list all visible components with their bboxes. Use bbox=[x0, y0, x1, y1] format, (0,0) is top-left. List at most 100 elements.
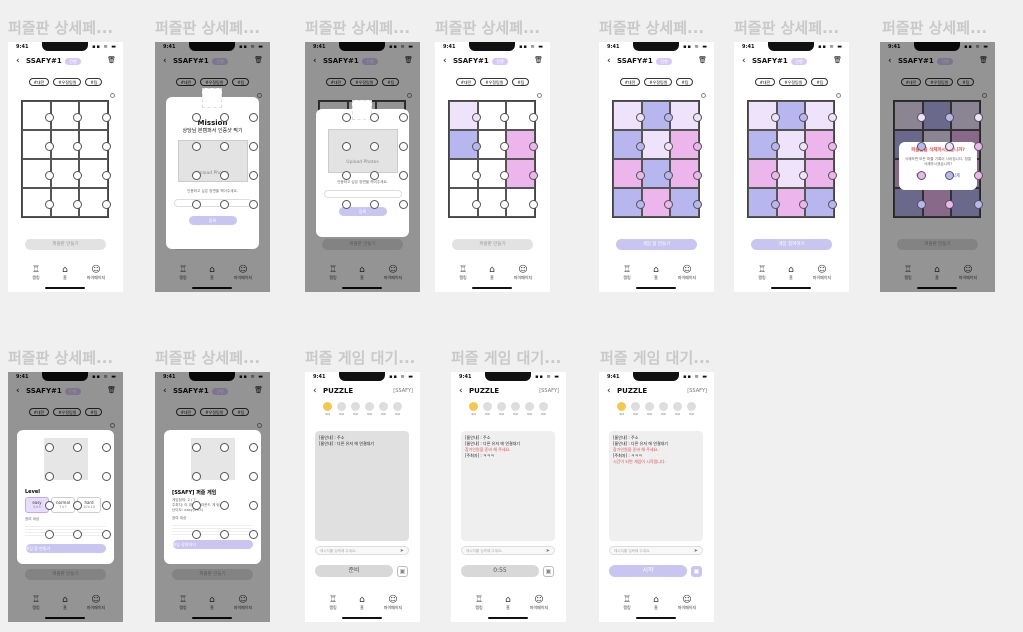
puzzle-piece[interactable] bbox=[50, 159, 82, 188]
nav-mypage[interactable]: ☺ 마이페이지 bbox=[86, 265, 106, 281]
puzzle-piece[interactable] bbox=[670, 130, 702, 159]
puzzle-piece[interactable] bbox=[477, 188, 509, 217]
puzzle-piece[interactable] bbox=[22, 130, 54, 159]
nav-home[interactable]: ⌂ 홈 bbox=[55, 265, 75, 281]
back-icon[interactable]: ‹ bbox=[459, 386, 463, 396]
puzzle-piece[interactable] bbox=[805, 101, 837, 130]
back-icon[interactable]: ‹ bbox=[443, 56, 447, 66]
bottom-action-button[interactable]: 퍼즐판 만들기 bbox=[452, 239, 533, 250]
trash-icon[interactable]: 🗑 bbox=[833, 56, 842, 64]
puzzle-piece[interactable] bbox=[506, 101, 538, 130]
puzzle-piece[interactable] bbox=[477, 159, 509, 188]
puzzle-piece[interactable] bbox=[805, 130, 837, 159]
nav-mypage[interactable]: ☺ 마이페이지 bbox=[677, 595, 697, 611]
trash-icon[interactable]: 🗑 bbox=[534, 56, 543, 64]
nav-home[interactable]: ⌂ 홈 bbox=[498, 595, 518, 611]
image-icon[interactable]: ▣ bbox=[397, 566, 408, 577]
send-icon[interactable]: ➤ bbox=[400, 547, 404, 555]
puzzle-piece[interactable] bbox=[670, 188, 702, 217]
puzzle-piece[interactable] bbox=[79, 188, 111, 217]
send-icon[interactable]: ➤ bbox=[694, 547, 698, 555]
puzzle-piece[interactable] bbox=[506, 159, 538, 188]
puzzle-piece[interactable] bbox=[613, 188, 645, 217]
puzzle-piece[interactable] bbox=[776, 188, 808, 217]
nav-mypage[interactable]: ☺ 마이페이지 bbox=[812, 265, 832, 281]
puzzle-piece[interactable] bbox=[613, 101, 645, 130]
puzzle-piece[interactable] bbox=[79, 130, 111, 159]
puzzle-piece[interactable] bbox=[449, 101, 481, 130]
back-icon[interactable]: ‹ bbox=[313, 386, 317, 396]
puzzle-piece[interactable] bbox=[776, 130, 808, 159]
ready-button[interactable]: 0:55 bbox=[461, 565, 539, 577]
info-icon[interactable] bbox=[110, 93, 115, 98]
puzzle-piece[interactable] bbox=[22, 188, 54, 217]
puzzle-piece[interactable] bbox=[50, 101, 82, 130]
puzzle-piece[interactable] bbox=[748, 188, 780, 217]
info-icon[interactable] bbox=[537, 93, 542, 98]
image-icon[interactable]: ▣ bbox=[691, 566, 702, 577]
puzzle-piece[interactable] bbox=[613, 159, 645, 188]
puzzle-board[interactable] bbox=[21, 100, 111, 218]
puzzle-piece[interactable] bbox=[613, 130, 645, 159]
puzzle-board[interactable] bbox=[612, 100, 702, 218]
nav-home[interactable]: ⌂ 홈 bbox=[781, 265, 801, 281]
puzzle-piece[interactable] bbox=[22, 159, 54, 188]
nav-ranking[interactable]: ♖ 랭킹 bbox=[469, 595, 489, 611]
nav-ranking[interactable]: ♖ 랭킹 bbox=[752, 265, 772, 281]
puzzle-piece[interactable] bbox=[805, 188, 837, 217]
puzzle-piece[interactable] bbox=[477, 130, 509, 159]
ready-button[interactable]: 준비 bbox=[315, 565, 393, 577]
back-icon[interactable]: ‹ bbox=[607, 56, 611, 66]
bottom-action-button[interactable]: 게임 참여하기 bbox=[751, 239, 832, 250]
nav-ranking[interactable]: ♖ 랭킹 bbox=[26, 265, 46, 281]
nav-ranking[interactable]: ♖ 랭킹 bbox=[453, 265, 473, 281]
ready-button[interactable]: 시작 bbox=[609, 565, 687, 577]
bottom-action-button[interactable]: 게임 참 만들기 bbox=[616, 239, 697, 250]
back-icon[interactable]: ‹ bbox=[16, 56, 20, 66]
chat-input[interactable]: 메시지를 입력해 주세요. ➤ bbox=[461, 546, 555, 555]
puzzle-piece[interactable] bbox=[477, 101, 509, 130]
send-icon[interactable]: ➤ bbox=[546, 547, 550, 555]
puzzle-piece[interactable] bbox=[670, 159, 702, 188]
nav-mypage[interactable]: ☺ 마이페이지 bbox=[529, 595, 549, 611]
puzzle-piece[interactable] bbox=[641, 188, 673, 217]
nav-ranking[interactable]: ♖ 랭킹 bbox=[617, 265, 637, 281]
puzzle-piece[interactable] bbox=[641, 130, 673, 159]
nav-ranking[interactable]: ♖ 랭킹 bbox=[617, 595, 637, 611]
puzzle-piece[interactable] bbox=[50, 188, 82, 217]
nav-mypage[interactable]: ☺ 마이페이지 bbox=[383, 595, 403, 611]
puzzle-piece[interactable] bbox=[79, 101, 111, 130]
chat-input[interactable]: 메시지를 입력해 주세요. ➤ bbox=[315, 546, 409, 555]
back-icon[interactable]: ‹ bbox=[742, 56, 746, 66]
puzzle-piece[interactable] bbox=[776, 159, 808, 188]
bottom-action-button[interactable]: 퍼즐판 만들기 bbox=[25, 239, 106, 250]
trash-icon[interactable]: 🗑 bbox=[107, 56, 116, 64]
nav-home[interactable]: ⌂ 홈 bbox=[646, 595, 666, 611]
nav-home[interactable]: ⌂ 홈 bbox=[646, 265, 666, 281]
nav-mypage[interactable]: ☺ 마이페이지 bbox=[513, 265, 533, 281]
nav-home[interactable]: ⌂ 홈 bbox=[482, 265, 502, 281]
chat-input[interactable]: 메시지를 입력해 주세요. ➤ bbox=[609, 546, 703, 555]
upload-photo-area[interactable]: Upload Photos bbox=[327, 129, 398, 173]
mission-input[interactable] bbox=[173, 199, 252, 207]
upload-photo-area[interactable]: Upload Photos bbox=[177, 140, 248, 182]
puzzle-piece[interactable] bbox=[449, 159, 481, 188]
puzzle-piece[interactable] bbox=[805, 159, 837, 188]
level-option[interactable]: normal 7×7 bbox=[51, 497, 75, 513]
puzzle-piece[interactable] bbox=[641, 101, 673, 130]
info-icon[interactable] bbox=[836, 93, 841, 98]
start-game-button[interactable]: 게임 참 만들기 bbox=[25, 544, 106, 553]
puzzle-piece[interactable] bbox=[748, 101, 780, 130]
puzzle-board[interactable] bbox=[448, 100, 538, 218]
info-icon[interactable] bbox=[701, 93, 706, 98]
nav-home[interactable]: ⌂ 홈 bbox=[352, 595, 372, 611]
puzzle-board[interactable] bbox=[747, 100, 837, 218]
mission-input[interactable] bbox=[323, 190, 402, 198]
puzzle-piece[interactable] bbox=[748, 130, 780, 159]
trash-icon[interactable]: 🗑 bbox=[698, 56, 707, 64]
puzzle-piece[interactable] bbox=[22, 101, 54, 130]
confirm-button[interactable]: 등록 bbox=[188, 216, 237, 225]
puzzle-piece[interactable] bbox=[670, 101, 702, 130]
image-icon[interactable]: ▣ bbox=[543, 566, 554, 577]
puzzle-piece[interactable] bbox=[506, 188, 538, 217]
